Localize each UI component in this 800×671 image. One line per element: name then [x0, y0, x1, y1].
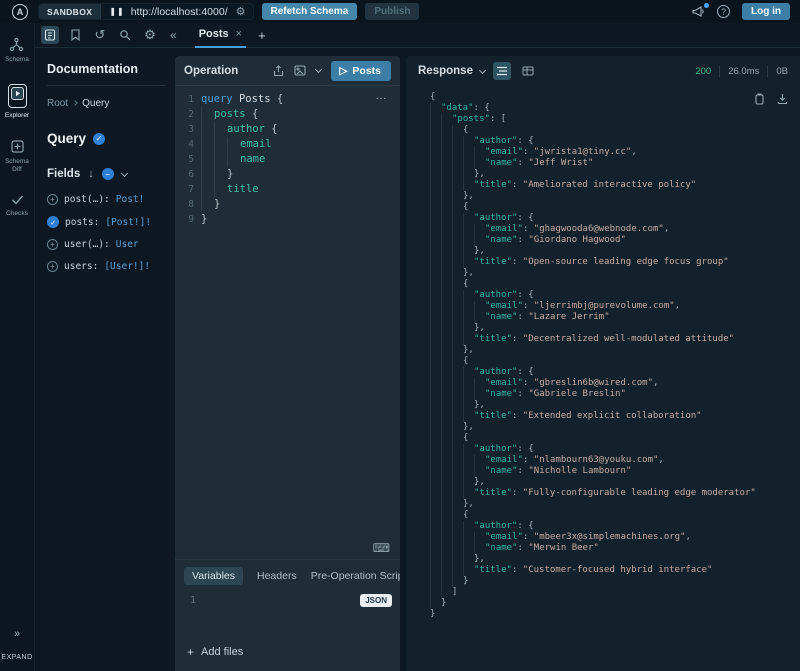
expand-chevrons-icon: » [14, 628, 20, 640]
apollo-logo-icon[interactable]: A [12, 4, 28, 20]
status-code: 200 [695, 66, 711, 77]
breadcrumb-root-link[interactable]: Root [47, 98, 68, 109]
variables-editor[interactable]: 1 JSON [175, 591, 400, 635]
response-json: {"data": {"posts": [{"author": {"email":… [430, 92, 800, 620]
documentation-panel: Documentation Root Query Query ✓ Fields … [35, 48, 175, 671]
sidebar-item-schema[interactable]: Schema [5, 37, 29, 64]
operation-title: Operation [184, 65, 263, 77]
response-chevron-down-icon[interactable] [479, 66, 486, 73]
documentation-title: Documentation [47, 62, 165, 86]
expand-sidebar-button[interactable]: » EXPAND [1, 628, 32, 661]
close-tab-icon[interactable]: × [236, 28, 242, 40]
share-operation-icon[interactable] [273, 65, 284, 77]
save-to-collection-icon[interactable] [294, 65, 306, 76]
left-nav-rail: Schema Explorer Schema Diff [0, 23, 35, 671]
fields-heading: Fields [47, 168, 80, 180]
new-tab-icon[interactable]: + [258, 28, 266, 43]
fields-chevron-down-icon[interactable] [121, 169, 128, 176]
query-editor[interactable]: 123456789 query Posts {posts {author {em… [175, 86, 400, 537]
explorer-toolbar: ↺ ⚙ « Posts × + [35, 23, 800, 48]
help-icon[interactable]: ? [717, 5, 730, 18]
play-icon: ▷ [339, 65, 347, 77]
operation-footer-tabs: Variables Headers Pre-Operation Script P… [175, 559, 400, 591]
collapse-panel-icon[interactable]: « [170, 28, 177, 42]
history-icon[interactable]: ↺ [91, 26, 109, 44]
field-row[interactable]: ✓posts:[Post!]! [47, 216, 165, 228]
breadcrumb-current: Query [82, 98, 109, 109]
publish-button[interactable]: Publish [365, 3, 419, 20]
download-response-icon[interactable] [777, 92, 788, 110]
tab-headers[interactable]: Headers [257, 570, 297, 582]
saved-operations-bookmark-icon[interactable] [66, 26, 84, 44]
run-operation-button[interactable]: ▷ Posts [331, 61, 391, 81]
operation-panel: Operation ▷ [175, 56, 400, 671]
operation-chevron-down-icon[interactable] [316, 69, 321, 72]
response-stats: 200 26.0ms 0B [695, 66, 788, 77]
explorer-play-icon [10, 86, 25, 101]
field-add-icon[interactable]: + [47, 261, 58, 272]
add-icon: + [187, 645, 194, 659]
search-icon[interactable] [116, 26, 134, 44]
endpoint-url-input[interactable]: http://localhost:4000/ [131, 6, 228, 18]
tab-variables[interactable]: Variables [184, 567, 243, 585]
field-check-badge: ✓ [47, 216, 59, 228]
pause-icon[interactable]: ❚❚ [109, 7, 124, 16]
add-files-button[interactable]: + Add files [175, 635, 400, 671]
checks-checkmark-icon [10, 193, 25, 206]
keyboard-shortcuts-icon[interactable]: ⌨ [373, 541, 390, 555]
login-button[interactable]: Log in [742, 3, 790, 20]
tab-pre-operation-script[interactable]: Pre-Operation Script [311, 570, 400, 582]
response-title: Response [418, 65, 473, 77]
formatted-view-icon[interactable] [493, 62, 511, 80]
response-panel: Response 200 [406, 56, 800, 671]
format-badge: JSON [360, 594, 392, 607]
copy-response-icon[interactable] [754, 92, 765, 110]
sidebar-item-checks[interactable]: Checks [6, 193, 28, 218]
query-gutter: 123456789 [175, 92, 201, 537]
field-list: +post(…):Post! ✓posts:[Post!]! +user(…):Us… [47, 194, 165, 272]
operation-tab-posts[interactable]: Posts × [195, 23, 246, 48]
response-time: 26.0ms [728, 66, 759, 77]
operations-panel-icon[interactable] [41, 26, 59, 44]
announcements-megaphone-icon[interactable] [692, 6, 705, 17]
settings-gear-icon[interactable]: ⚙ [141, 26, 159, 44]
sandbox-chip: SANDBOX [39, 4, 101, 19]
refetch-schema-button[interactable]: Refetch Schema [262, 3, 358, 20]
variables-line-number: 1 [190, 595, 196, 606]
field-add-icon[interactable]: + [47, 194, 58, 205]
editor-more-menu-icon[interactable]: … [375, 88, 388, 102]
apollo-sandbox-app: A SANDBOX ❚❚ http://localhost:4000/ ⚙ Re… [0, 0, 800, 671]
field-add-icon[interactable]: + [47, 239, 58, 250]
connection-settings-gear-icon[interactable]: ⚙ [236, 5, 246, 18]
sort-fields-icon[interactable]: ↓ [88, 168, 94, 180]
top-bar: A SANDBOX ❚❚ http://localhost:4000/ ⚙ Re… [0, 0, 800, 23]
field-row[interactable]: +post(…):Post! [47, 194, 165, 205]
field-row[interactable]: +users:[User!]! [47, 261, 165, 272]
schema-graph-icon [9, 37, 24, 52]
endpoint-url-bar: SANDBOX ❚❚ http://localhost:4000/ ⚙ [38, 3, 254, 20]
table-view-icon[interactable] [519, 62, 537, 80]
filter-selected-minus-badge[interactable]: − [102, 168, 114, 180]
field-row[interactable]: +user(…):User [47, 239, 165, 250]
breadcrumb-chevron-icon [72, 100, 78, 106]
type-title: Query [47, 131, 86, 146]
sidebar-item-schema-diff[interactable]: Schema Diff [0, 139, 34, 173]
query-code[interactable]: query Posts {posts {author {emailname}ti… [201, 92, 400, 537]
type-selected-check-badge: ✓ [93, 133, 105, 145]
sidebar-item-explorer[interactable]: Explorer [5, 84, 29, 120]
response-size: 0B [776, 66, 788, 77]
schema-diff-icon [10, 139, 25, 154]
breadcrumb: Root Query [47, 98, 165, 109]
notification-dot [704, 3, 709, 8]
